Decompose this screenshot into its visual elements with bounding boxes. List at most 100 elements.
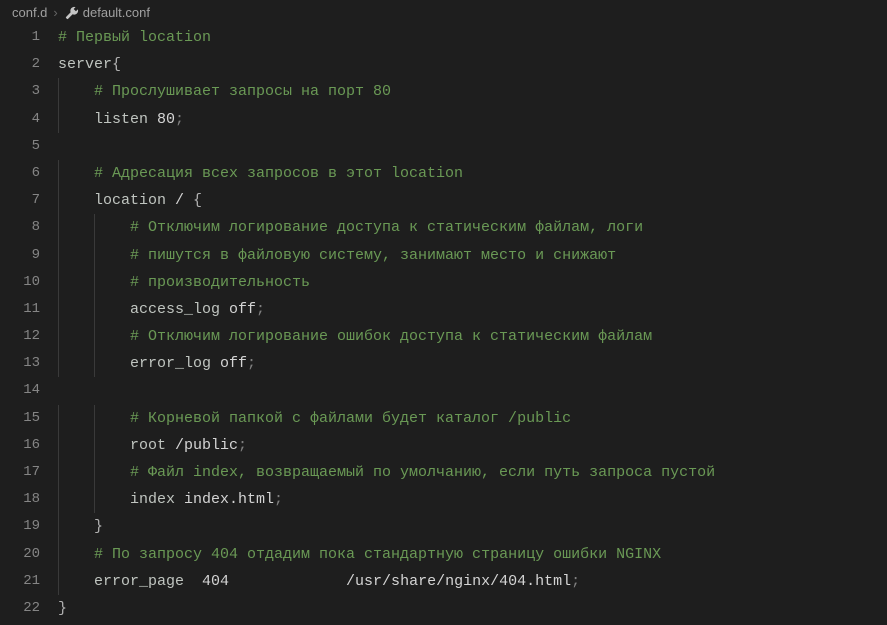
breadcrumb-separator-icon: › [53,5,57,20]
code-line[interactable]: location / { [58,187,887,214]
line-number: 11 [0,296,40,323]
code-line[interactable]: } [58,595,887,622]
code-line[interactable]: root /public; [58,432,887,459]
token: error_log [130,355,220,372]
line-number: 19 [0,513,40,540]
code-editor[interactable]: 12345678910111213141516171819202122 # Пе… [0,24,887,625]
breadcrumb-file[interactable]: default.conf [83,5,150,20]
indent-guide [94,296,95,323]
indent-guide [94,405,95,432]
line-content: error_page 404 /usr/share/nginx/404.html… [58,568,580,595]
code-line[interactable]: index index.html; [58,486,887,513]
token: # Прослушивает запросы на порт 80 [94,83,391,100]
code-line[interactable]: } [58,513,887,540]
line-number: 17 [0,459,40,486]
line-content: listen 80; [58,106,184,133]
token: ; [274,491,283,508]
line-number: 13 [0,350,40,377]
code-line[interactable]: error_page 404 /usr/share/nginx/404.html… [58,568,887,595]
indent-guide [58,486,59,513]
line-number: 3 [0,78,40,105]
token: { [112,56,121,73]
line-content: # пишутся в файловую систему, занимают м… [58,242,616,269]
token: ; [238,437,247,454]
token: ; [247,355,256,372]
token: # Отключим логирование ошибок доступа к … [130,328,652,345]
token: # Адресация всех запросов в этот locatio… [94,165,463,182]
code-line[interactable]: server{ [58,51,887,78]
token: index [130,491,184,508]
line-number: 18 [0,486,40,513]
code-line[interactable]: # Прослушивает запросы на порт 80 [58,78,887,105]
line-number: 8 [0,214,40,241]
token: { [193,192,202,209]
breadcrumb-folder[interactable]: conf.d [12,5,47,20]
code-line[interactable]: error_log off; [58,350,887,377]
code-line[interactable]: # Адресация всех запросов в этот locatio… [58,160,887,187]
indent-guide [58,432,59,459]
line-number: 20 [0,541,40,568]
line-content: } [58,513,103,540]
line-number: 5 [0,133,40,160]
indent-guide [94,459,95,486]
line-content: index index.html; [58,486,283,513]
token: 404 /usr/share/nginx/404.html [202,573,571,590]
code-line[interactable] [58,377,887,404]
indent-guide [58,541,59,568]
indent-guide [94,486,95,513]
code-line[interactable]: listen 80; [58,106,887,133]
indent-guide [58,106,59,133]
line-content: root /public; [58,432,247,459]
code-line[interactable]: access_log off; [58,296,887,323]
line-content: # Отключим логирование ошибок доступа к … [58,323,652,350]
token: # Первый location [58,29,211,46]
indent-guide [58,269,59,296]
code-line[interactable]: # По запросу 404 отдадим пока стандартну… [58,541,887,568]
code-line[interactable]: # Первый location [58,24,887,51]
indent-guide [58,350,59,377]
token: / [175,192,193,209]
line-content: # По запросу 404 отдадим пока стандартну… [58,541,661,568]
token: server [58,56,112,73]
indent-guide [58,242,59,269]
line-number: 9 [0,242,40,269]
token: ; [175,111,184,128]
token: index.html [184,491,274,508]
line-content: # производительность [58,269,310,296]
line-content: # Отключим логирование доступа к статиче… [58,214,643,241]
code-line[interactable]: # Отключим логирование ошибок доступа к … [58,323,887,350]
indent-guide [94,323,95,350]
code-content[interactable]: # Первый locationserver{# Прослушивает з… [58,24,887,625]
code-line[interactable]: # пишутся в файловую систему, занимают м… [58,242,887,269]
line-number: 16 [0,432,40,459]
line-content: # Первый location [58,24,211,51]
line-number: 21 [0,568,40,595]
indent-guide [94,242,95,269]
indent-guide [58,160,59,187]
token: /public [175,437,238,454]
code-line[interactable]: # Файл index, возвращаемый по умолчанию,… [58,459,887,486]
indent-guide [58,405,59,432]
token: access_log [130,301,229,318]
line-content: error_log off; [58,350,256,377]
code-line[interactable]: # Отключим логирование доступа к статиче… [58,214,887,241]
code-line[interactable]: # производительность [58,269,887,296]
token: root [130,437,175,454]
indent-guide [58,459,59,486]
indent-guide [58,513,59,540]
line-content: # Адресация всех запросов в этот locatio… [58,160,463,187]
indent-guide [58,187,59,214]
indent-guide [94,350,95,377]
line-content: location / { [58,187,202,214]
wrench-icon [64,5,79,20]
line-content: access_log off; [58,296,265,323]
line-content: server{ [58,51,121,78]
breadcrumb[interactable]: conf.d › default.conf [0,0,887,24]
token: # Корневой папкой с файлами будет катало… [130,410,571,427]
code-line[interactable] [58,133,887,160]
token: # По запросу 404 отдадим пока стандартну… [94,546,661,563]
token: # Отключим логирование доступа к статиче… [130,219,643,236]
code-line[interactable]: # Корневой папкой с файлами будет катало… [58,405,887,432]
token: ; [571,573,580,590]
line-content: # Файл index, возвращаемый по умолчанию,… [58,459,715,486]
